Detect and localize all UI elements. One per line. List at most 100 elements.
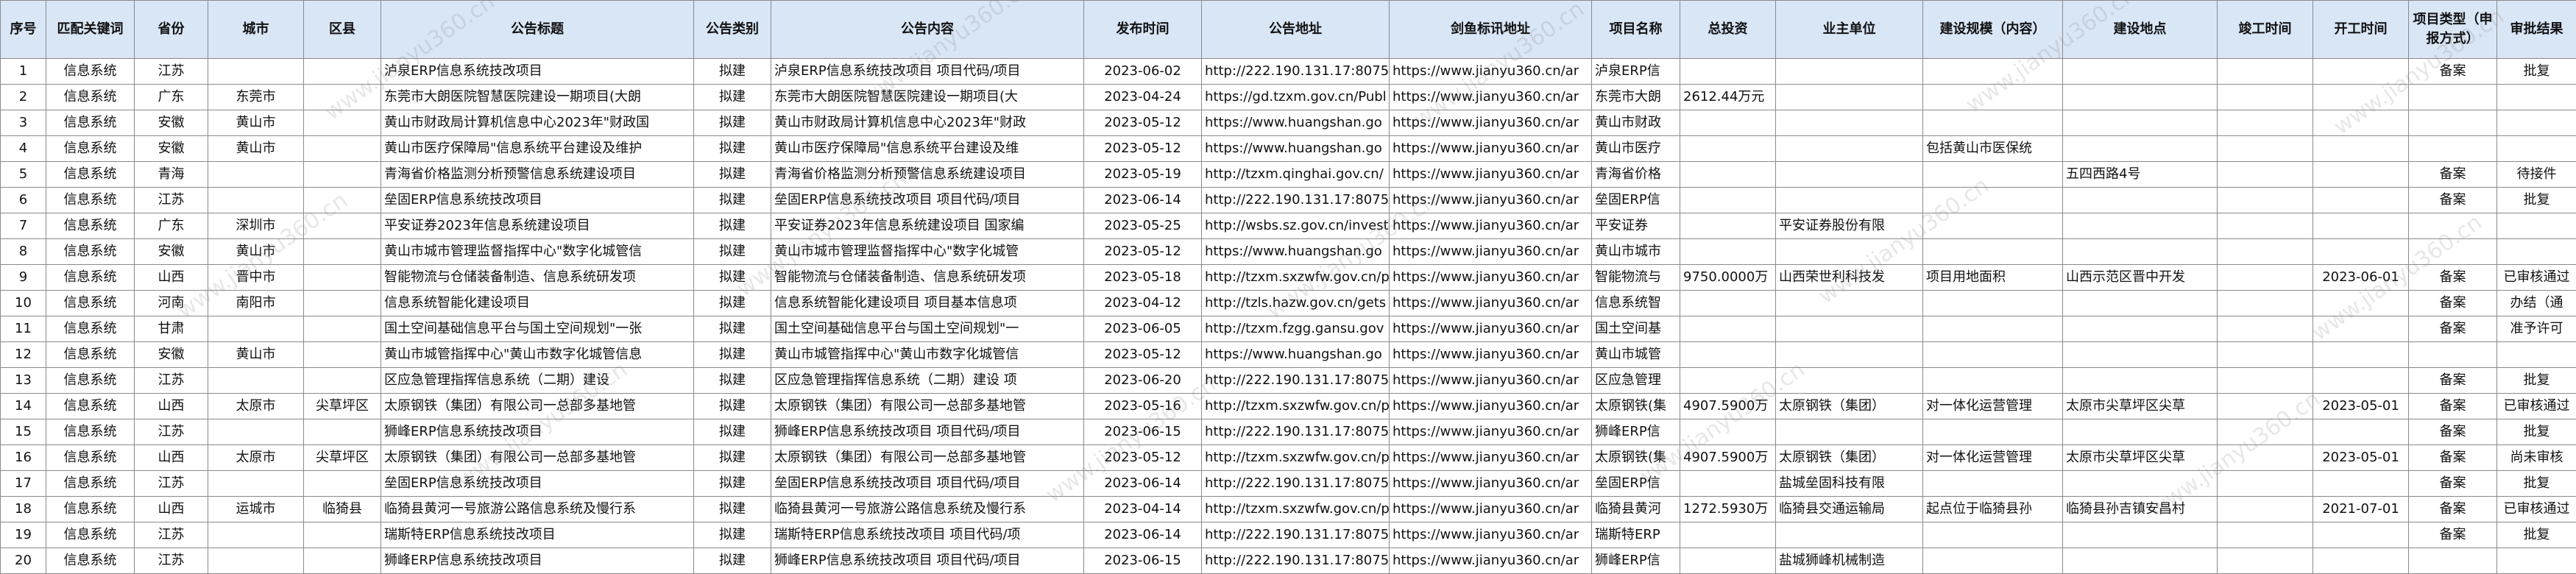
table-cell[interactable]: 江苏 xyxy=(135,522,208,548)
table-cell[interactable]: 安徽 xyxy=(135,342,208,368)
table-cell[interactable]: 2612.44万元 xyxy=(1680,85,1776,110)
column-header[interactable]: 序号 xyxy=(1,1,46,59)
table-cell[interactable] xyxy=(304,110,381,136)
table-cell[interactable] xyxy=(1923,419,2063,445)
table-cell[interactable] xyxy=(2063,136,2218,162)
table-cell[interactable] xyxy=(2497,548,2576,574)
table-row[interactable]: 1信息系统江苏泸泉ERP信息系统技改项目拟建泸泉ERP信息系统技改项目 项目代码… xyxy=(1,59,2576,85)
table-cell[interactable]: 狮峰ERP信 xyxy=(1592,548,1680,574)
table-cell[interactable]: 泸泉ERP信息系统技改项目 xyxy=(381,59,694,85)
table-cell[interactable]: 临猗县交通运输局 xyxy=(1776,497,1923,522)
column-header[interactable]: 项目类型（申报方式） xyxy=(2409,1,2497,59)
table-cell[interactable] xyxy=(1680,368,1776,394)
table-cell[interactable] xyxy=(304,213,381,239)
table-cell[interactable]: 信息系统 xyxy=(46,445,135,471)
table-cell[interactable]: 尖草坪区 xyxy=(304,394,381,419)
table-cell[interactable]: 批复 xyxy=(2497,471,2576,497)
table-cell[interactable]: 垒固ERP信息系统技改项目 xyxy=(381,188,694,213)
table-cell[interactable] xyxy=(2313,110,2409,136)
table-cell[interactable]: http://222.190.131.17:8075/ xyxy=(1202,419,1390,445)
table-cell[interactable]: http://tzxm.fzgg.gansu.gov xyxy=(1202,316,1390,342)
table-cell[interactable] xyxy=(304,265,381,291)
table-cell[interactable] xyxy=(304,188,381,213)
table-cell[interactable]: https://www.jianyu360.cn/ar xyxy=(1390,136,1592,162)
table-cell[interactable] xyxy=(1680,162,1776,188)
table-cell[interactable] xyxy=(2313,239,2409,265)
table-cell[interactable] xyxy=(1923,291,2063,316)
table-cell[interactable] xyxy=(304,342,381,368)
table-cell[interactable]: 区应急管理指挥信息系统（二期）建设 项 xyxy=(771,368,1084,394)
table-cell[interactable]: 黄山市城市管理监督指挥中心"数字化城管 xyxy=(771,239,1084,265)
table-cell[interactable]: 批复 xyxy=(2497,188,2576,213)
table-cell[interactable]: 东莞市大朗医院智慧医院建设一期项目(大 xyxy=(771,85,1084,110)
table-cell[interactable]: 10 xyxy=(1,291,46,316)
table-cell[interactable] xyxy=(1776,136,1923,162)
table-cell[interactable]: 黄山市 xyxy=(208,239,304,265)
table-cell[interactable]: 18 xyxy=(1,497,46,522)
table-cell[interactable]: 信息系统智能化建设项目 xyxy=(381,291,694,316)
table-cell[interactable] xyxy=(2218,213,2313,239)
table-cell[interactable]: 备案 xyxy=(2409,445,2497,471)
table-cell[interactable]: https://www.jianyu360.cn/ar xyxy=(1390,548,1592,574)
table-cell[interactable] xyxy=(1680,522,1776,548)
table-cell[interactable]: 拟建 xyxy=(694,316,771,342)
table-cell[interactable] xyxy=(2218,291,2313,316)
table-cell[interactable]: 信息系统 xyxy=(46,316,135,342)
table-cell[interactable] xyxy=(2063,419,2218,445)
table-cell[interactable] xyxy=(1680,239,1776,265)
table-cell[interactable]: 广东 xyxy=(135,85,208,110)
table-cell[interactable] xyxy=(1680,471,1776,497)
table-cell[interactable]: 临猗县 xyxy=(304,497,381,522)
table-cell[interactable]: 备案 xyxy=(2409,394,2497,419)
table-cell[interactable] xyxy=(208,471,304,497)
table-row[interactable]: 11信息系统甘肃国土空间基础信息平台与国土空间规划"一张拟建国土空间基础信息平台… xyxy=(1,316,2576,342)
table-cell[interactable]: 信息系统智能化建设项目 项目基本信息项 xyxy=(771,291,1084,316)
table-cell[interactable] xyxy=(1776,316,1923,342)
table-cell[interactable]: 黄山市城市 xyxy=(1592,239,1680,265)
table-cell[interactable]: 批复 xyxy=(2497,419,2576,445)
table-cell[interactable]: 2023-04-14 xyxy=(1084,497,1202,522)
table-cell[interactable] xyxy=(2497,239,2576,265)
table-cell[interactable]: 2023-05-12 xyxy=(1084,445,1202,471)
table-cell[interactable]: 2023-05-01 xyxy=(2313,445,2409,471)
table-cell[interactable] xyxy=(2497,213,2576,239)
table-cell[interactable]: http://222.190.131.17:8075/ xyxy=(1202,471,1390,497)
table-cell[interactable]: 瑞斯特ERP xyxy=(1592,522,1680,548)
table-cell[interactable] xyxy=(208,316,304,342)
table-row[interactable]: 3信息系统安徽黄山市黄山市财政局计算机信息中心2023年"财政国拟建黄山市财政局… xyxy=(1,110,2576,136)
table-cell[interactable]: http://tzxm.qinghai.gov.cn/ xyxy=(1202,162,1390,188)
table-cell[interactable]: https://www.jianyu360.cn/ar xyxy=(1390,445,1592,471)
table-row[interactable]: 5信息系统青海青海省价格监测分析预警信息系统建设项目拟建青海省价格监测分析预警信… xyxy=(1,162,2576,188)
table-cell[interactable]: 2021-07-01 xyxy=(2313,497,2409,522)
table-cell[interactable] xyxy=(208,59,304,85)
table-cell[interactable]: http://222.190.131.17:8075/ xyxy=(1202,522,1390,548)
table-cell[interactable]: https://www.jianyu360.cn/ar xyxy=(1390,162,1592,188)
table-cell[interactable]: 太原市 xyxy=(208,445,304,471)
table-cell[interactable] xyxy=(2313,316,2409,342)
table-cell[interactable]: 4907.5900万 xyxy=(1680,445,1776,471)
table-cell[interactable]: 备案 xyxy=(2409,188,2497,213)
table-cell[interactable]: 黄山市 xyxy=(208,342,304,368)
table-cell[interactable]: 备案 xyxy=(2409,522,2497,548)
table-cell[interactable] xyxy=(2063,291,2218,316)
table-cell[interactable] xyxy=(2409,342,2497,368)
table-cell[interactable] xyxy=(2063,471,2218,497)
table-cell[interactable]: 2023-06-15 xyxy=(1084,548,1202,574)
table-cell[interactable]: 黄山市城市管理监督指挥中心"数字化城管信 xyxy=(381,239,694,265)
column-header[interactable]: 总投资 xyxy=(1680,1,1776,59)
table-cell[interactable]: 2023-05-12 xyxy=(1084,239,1202,265)
table-cell[interactable]: 广东 xyxy=(135,213,208,239)
table-cell[interactable]: 包括黄山市医保统 xyxy=(1923,136,2063,162)
table-cell[interactable]: 批复 xyxy=(2497,368,2576,394)
table-cell[interactable]: 信息系统 xyxy=(46,291,135,316)
table-cell[interactable]: 垒固ERP信息系统技改项目 项目代码/项目 xyxy=(771,188,1084,213)
table-cell[interactable]: https://www.jianyu360.cn/ar xyxy=(1390,522,1592,548)
table-cell[interactable]: 准予许可 xyxy=(2497,316,2576,342)
table-cell[interactable]: 已审核通过 xyxy=(2497,394,2576,419)
table-cell[interactable] xyxy=(304,419,381,445)
table-cell[interactable] xyxy=(2313,471,2409,497)
table-cell[interactable] xyxy=(1680,419,1776,445)
table-cell[interactable]: 平安证券股份有限 xyxy=(1776,213,1923,239)
table-cell[interactable] xyxy=(1680,342,1776,368)
table-cell[interactable]: 山西 xyxy=(135,394,208,419)
